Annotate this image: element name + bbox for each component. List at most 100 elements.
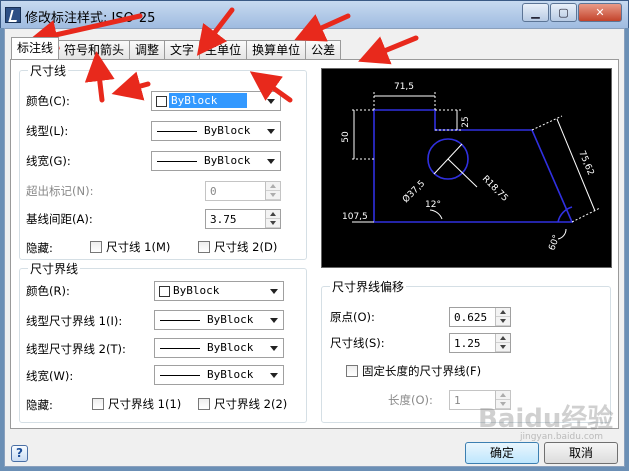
- suppress-ext-line-1[interactable]: 尺寸界线 1(1): [92, 396, 181, 412]
- line-sample: [157, 161, 197, 162]
- spin-up-icon[interactable]: [496, 308, 510, 317]
- dimension-lines-group: 尺寸线 颜色(C): ByBlock 线型(L): ByBlock 线宽(G):…: [19, 62, 307, 260]
- preview-dim-top: 71,5: [394, 82, 414, 92]
- window-title: 修改标注样式: ISO-25: [25, 11, 156, 26]
- fixed-length-value: 1: [454, 394, 461, 407]
- checkbox-icon: [198, 241, 210, 253]
- color-swatch: [156, 96, 167, 107]
- dim-baseline-label: 基线间距(A):: [26, 212, 93, 226]
- part-arc: [557, 206, 573, 223]
- offset-dimline-value: 1.25: [454, 337, 481, 350]
- tab-fit[interactable]: 调整: [129, 40, 166, 59]
- dim-suppress-label: 隐藏:: [26, 241, 53, 255]
- chevron-down-icon: [270, 373, 278, 378]
- dim-extend-spinner: 0: [205, 181, 281, 201]
- minimize-button[interactable]: ▁: [522, 3, 549, 22]
- tab-strip: 标注线 符号和箭头 调整 文字 主单位 换算单位 公差: [11, 37, 342, 59]
- spin-down-icon[interactable]: [496, 317, 510, 326]
- offset-dimline-spinner[interactable]: 1.25: [449, 333, 511, 353]
- dim-extend-value: 0: [210, 185, 217, 198]
- ext-linetype2-combo[interactable]: ByBlock: [154, 338, 284, 358]
- dimension-lines-title: 尺寸线: [28, 62, 69, 79]
- chevron-down-icon: [267, 129, 275, 134]
- fixed-length-label: 固定长度的尺寸界线(F): [362, 364, 482, 378]
- ext-lineweight-combo[interactable]: ByBlock: [154, 365, 284, 385]
- dim-baseline-spinner[interactable]: 3.75: [205, 209, 281, 229]
- spin-up-icon[interactable]: [496, 334, 510, 343]
- autocad-app-icon: [5, 7, 21, 23]
- preview-dim-rad: R18,75: [480, 174, 510, 204]
- ext-linetype1-value: ByBlock: [207, 313, 254, 326]
- preview-drawing: 71,5 50 25 75,62 107,5 Ø37,5 R18,75 12° …: [341, 82, 601, 252]
- dimension-preview: 71,5 50 25 75,62 107,5 Ø37,5 R18,75 12° …: [321, 68, 612, 268]
- maximize-button[interactable]: ▢: [550, 3, 577, 22]
- offset-origin-label: 原点(O):: [330, 310, 375, 324]
- dim-lineweight-combo[interactable]: ByBlock: [151, 151, 281, 171]
- dim-baseline-value: 3.75: [210, 213, 237, 226]
- suppress-dim-line-1-label: 尺寸线 1(M): [106, 240, 171, 254]
- dim-lineweight-label: 线宽(G):: [26, 154, 71, 168]
- tab-text[interactable]: 文字: [164, 40, 201, 59]
- ok-button[interactable]: 确定: [465, 442, 539, 464]
- ext-lineweight-label: 线宽(W):: [26, 369, 74, 383]
- preview-dim-ang2: 60°: [547, 234, 562, 252]
- chevron-down-icon: [270, 289, 278, 294]
- ext-suppress-label: 隐藏:: [26, 398, 53, 412]
- extension-lines-group: 尺寸界线 颜色(R): ByBlock 线型尺寸界线 1(I): ByBlock…: [19, 260, 307, 423]
- spin-down-icon: [266, 191, 280, 200]
- spin-up-icon[interactable]: [266, 210, 280, 219]
- dim-lineweight-value: ByBlock: [204, 154, 251, 167]
- dim-linetype-combo[interactable]: ByBlock: [151, 121, 281, 141]
- cancel-button[interactable]: 取消: [544, 442, 618, 464]
- tab-tolerances[interactable]: 公差: [305, 40, 342, 59]
- fixed-length-checkbox[interactable]: 固定长度的尺寸界线(F): [346, 363, 481, 379]
- watermark-logo: Baidu经验: [478, 404, 614, 434]
- dim-color-combo[interactable]: ByBlock: [151, 91, 281, 111]
- fixed-length-value-label: 长度(O):: [388, 393, 433, 407]
- line-sample: [160, 375, 200, 376]
- close-button[interactable]: ✕: [578, 3, 622, 22]
- checkbox-icon: [346, 365, 358, 377]
- tab-lines[interactable]: 标注线: [11, 37, 60, 59]
- checkbox-icon: [198, 398, 210, 410]
- ext-color-label: 颜色(R):: [26, 284, 70, 298]
- suppress-ext-line-2-label: 尺寸界线 2(2): [214, 397, 288, 411]
- ext-color-value: ByBlock: [173, 284, 220, 297]
- suppress-dim-line-2-label: 尺寸线 2(D): [214, 240, 278, 254]
- title-bar: 修改标注样式: ISO-25 ▁ ▢ ✕: [0, 0, 629, 28]
- ext-linetype1-combo[interactable]: ByBlock: [154, 310, 284, 330]
- preview-dim-mid: 25: [461, 116, 471, 127]
- spin-down-icon[interactable]: [266, 219, 280, 228]
- color-swatch: [159, 286, 170, 297]
- offset-dimline-label: 尺寸线(S):: [330, 336, 385, 350]
- chevron-down-icon: [267, 99, 275, 104]
- dim-linetype-value: ByBlock: [204, 124, 251, 137]
- offset-origin-spinner[interactable]: 0.625: [449, 307, 511, 327]
- checkbox-icon: [90, 241, 102, 253]
- spin-down-icon[interactable]: [496, 343, 510, 352]
- window-controls: ▁ ▢ ✕: [521, 3, 622, 22]
- suppress-ext-line-2[interactable]: 尺寸界线 2(2): [198, 396, 287, 412]
- dim-linetype-label: 线型(L):: [26, 124, 69, 138]
- preview-dim-bottom: 107,5: [342, 212, 368, 222]
- tab-primary-units[interactable]: 主单位: [199, 40, 248, 59]
- watermark-url: jingyan.baidu.com: [520, 432, 604, 442]
- offset-origin-value: 0.625: [454, 311, 488, 324]
- preview-dim-dia: Ø37,5: [400, 178, 427, 205]
- help-button[interactable]: ?: [11, 445, 28, 462]
- chevron-down-icon: [270, 318, 278, 323]
- line-sample: [160, 348, 200, 349]
- part-outline: [373, 109, 574, 223]
- suppress-dim-line-1[interactable]: 尺寸线 1(M): [90, 239, 170, 255]
- tab-alternate-units[interactable]: 换算单位: [246, 40, 307, 59]
- tab-panel-lines: 尺寸线 颜色(C): ByBlock 线型(L): ByBlock 线宽(G):…: [10, 59, 619, 429]
- ext-linetype2-label: 线型尺寸界线 2(T):: [26, 342, 126, 356]
- ext-color-combo[interactable]: ByBlock: [154, 281, 284, 301]
- suppress-dim-line-2[interactable]: 尺寸线 2(D): [198, 239, 277, 255]
- ext-linetype2-value: ByBlock: [207, 341, 254, 354]
- checkbox-icon: [92, 398, 104, 410]
- tab-symbols-arrows[interactable]: 符号和箭头: [58, 40, 131, 59]
- spin-up-icon: [266, 182, 280, 191]
- dim-extend-label: 超出标记(N):: [26, 184, 94, 198]
- preview-dim-left: 50: [341, 131, 351, 143]
